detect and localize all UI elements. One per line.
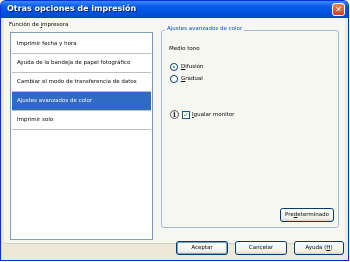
radio-diffusion-label-rest: ifusión <box>185 64 204 70</box>
printer-function-list[interactable]: Imprimir fecha y hora Ayuda de la bandej… <box>10 32 153 240</box>
default-button-label-start: Pre <box>285 212 294 218</box>
groupbox-title: Ajustes avanzados de color <box>165 26 245 32</box>
match-monitor-label[interactable]: Igualar monitor <box>192 112 234 118</box>
match-monitor-label-rest: gualar monitor <box>193 112 235 118</box>
list-item-label: Ayuda de la bandeja de papel fotográfico <box>17 60 131 66</box>
halftone-label: Medio tono <box>169 46 200 52</box>
dialog-client-area: Función de impresora Imprimir fecha y ho… <box>4 18 345 257</box>
title-bar[interactable]: Otras opciones de impresión ✕ <box>1 1 348 18</box>
help-button[interactable]: Ayuda (H) <box>294 241 344 255</box>
list-item-print-date-time[interactable]: Imprimir fecha y hora <box>12 35 151 54</box>
list-item-label: Imprimir solo <box>17 117 54 123</box>
window-title: Otras opciones de impresión <box>7 4 137 13</box>
default-button[interactable]: Predeterminado <box>280 208 334 222</box>
list-item-change-transfer-mode[interactable]: Cambiar el modo de transferencia de dato… <box>12 73 151 92</box>
list-item-label: Cambiar el modo de transferencia de dato… <box>17 79 137 85</box>
list-item-label: Imprimir fecha y hora <box>17 41 77 47</box>
list-item-label: Ajustes avanzados de color <box>17 98 93 104</box>
help-button-label-start: Ayuda ( <box>305 245 327 251</box>
cancel-button[interactable]: Cancelar <box>235 241 287 255</box>
advanced-color-groupbox <box>161 30 339 228</box>
close-icon: ✕ <box>335 5 342 14</box>
printer-function-label-prefix: Función de <box>9 22 41 28</box>
list-item-print-only[interactable]: Imprimir solo <box>12 111 151 130</box>
radio-dither-label[interactable]: Gradual <box>181 76 203 82</box>
dialog-window: Otras opciones de impresión ✕ Función de… <box>0 0 349 261</box>
list-item-photo-tray-help[interactable]: Ayuda de la bandeja de papel fotográfico <box>12 54 151 73</box>
accept-button[interactable]: Aceptar <box>176 241 228 255</box>
radio-dither-label-rest: radual <box>185 76 203 82</box>
printer-function-label-suffix: mpresora <box>42 22 69 28</box>
printer-function-label: Función de impresora <box>9 22 68 28</box>
radio-diffusion[interactable] <box>170 63 178 71</box>
default-button-label-end: eterminado <box>297 212 329 218</box>
close-button[interactable]: ✕ <box>332 3 345 16</box>
radio-diffusion-label[interactable]: Difusión <box>181 64 203 70</box>
radio-checked-dot <box>173 66 175 68</box>
list-item-advanced-color-settings[interactable]: Ajustes avanzados de color <box>12 92 151 111</box>
help-button-label-end: ) <box>330 245 333 251</box>
info-icon: i <box>170 110 179 119</box>
match-monitor-checkbox[interactable]: ✓ <box>182 111 190 119</box>
radio-dither[interactable] <box>170 75 178 83</box>
